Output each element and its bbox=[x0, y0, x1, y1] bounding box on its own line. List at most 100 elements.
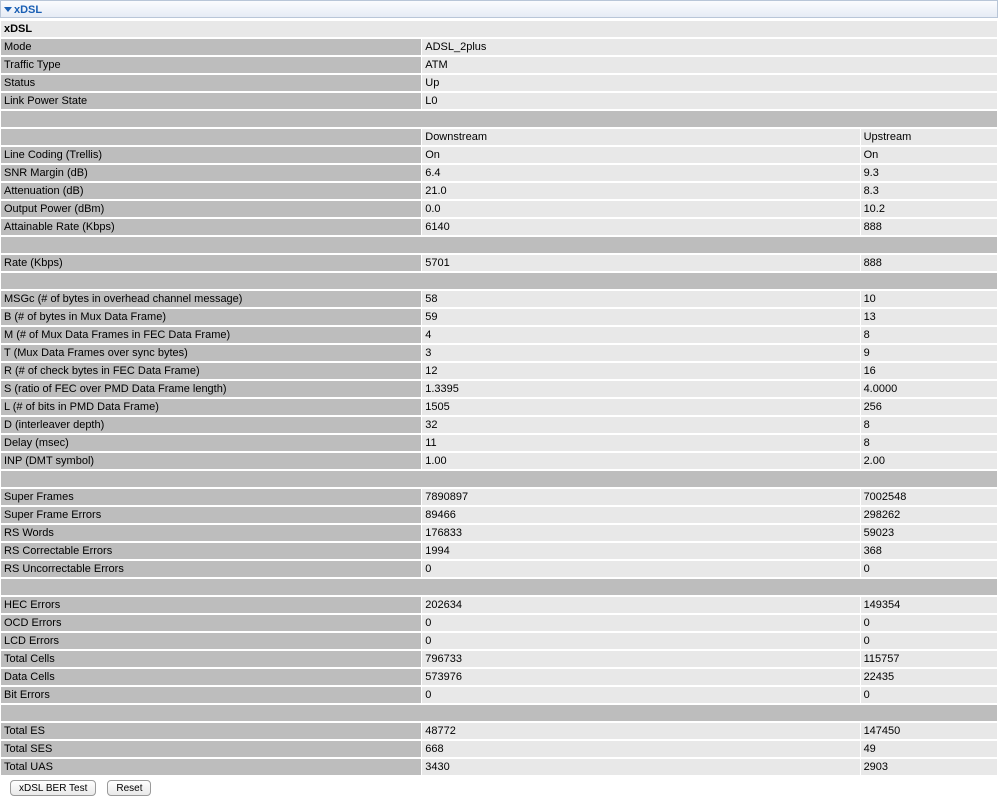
stat-row: Attainable Rate (Kbps) 6140 888 bbox=[1, 219, 997, 235]
downstream-value: 12 bbox=[422, 363, 860, 379]
upstream-value: 4.0000 bbox=[860, 381, 997, 397]
stat-row: RS Words 176833 59023 bbox=[1, 525, 997, 541]
xdsl-ber-test-button[interactable]: xDSL BER Test bbox=[10, 780, 97, 796]
separator bbox=[1, 579, 997, 595]
row-label: SNR Margin (dB) bbox=[1, 165, 422, 181]
stat-row: Total SES 668 49 bbox=[1, 741, 997, 757]
button-row: xDSL BER Test Reset bbox=[0, 777, 998, 796]
upstream-value: 9 bbox=[860, 345, 997, 361]
separator-row bbox=[1, 237, 997, 253]
upstream-value: 888 bbox=[860, 219, 997, 235]
reset-button[interactable]: Reset bbox=[107, 780, 152, 796]
stat-row: D (interleaver depth) 32 8 bbox=[1, 417, 997, 433]
row-label: RS Uncorrectable Errors bbox=[1, 561, 422, 577]
row-value: ADSL_2plus bbox=[422, 39, 997, 55]
stat-row: LCD Errors 0 0 bbox=[1, 633, 997, 649]
upstream-value: 298262 bbox=[860, 507, 997, 523]
downstream-value: 668 bbox=[422, 741, 860, 757]
downstream-value: 202634 bbox=[422, 597, 860, 613]
row-label: B (# of bytes in Mux Data Frame) bbox=[1, 309, 422, 325]
upstream-value: 8.3 bbox=[860, 183, 997, 199]
upstream-value: 2903 bbox=[860, 759, 997, 775]
row-label: RS Correctable Errors bbox=[1, 543, 422, 559]
column-header-row: Downstream Upstream bbox=[1, 129, 997, 145]
upstream-value: 888 bbox=[860, 255, 997, 271]
stat-row: Total UAS 3430 2903 bbox=[1, 759, 997, 775]
stat-row: M (# of Mux Data Frames in FEC Data Fram… bbox=[1, 327, 997, 343]
collapse-triangle-icon[interactable] bbox=[4, 7, 12, 12]
row-label: Total ES bbox=[1, 723, 422, 739]
stat-row: OCD Errors 0 0 bbox=[1, 615, 997, 631]
info-row-link-power-state: Link Power State L0 bbox=[1, 93, 997, 109]
upstream-value: 2.00 bbox=[860, 453, 997, 469]
row-label: Rate (Kbps) bbox=[1, 255, 422, 271]
downstream-value: 1.3395 bbox=[422, 381, 860, 397]
stat-row: Rate (Kbps) 5701 888 bbox=[1, 255, 997, 271]
stat-row: RS Uncorrectable Errors 0 0 bbox=[1, 561, 997, 577]
row-label: Traffic Type bbox=[1, 57, 422, 73]
upstream-value: 147450 bbox=[860, 723, 997, 739]
row-label: L (# of bits in PMD Data Frame) bbox=[1, 399, 422, 415]
row-label: Super Frame Errors bbox=[1, 507, 422, 523]
row-label: Super Frames bbox=[1, 489, 422, 505]
stat-row: Bit Errors 0 0 bbox=[1, 687, 997, 703]
row-label: Link Power State bbox=[1, 93, 422, 109]
downstream-value: On bbox=[422, 147, 860, 163]
stat-row: MSGc (# of bytes in overhead channel mes… bbox=[1, 291, 997, 307]
row-label: Attenuation (dB) bbox=[1, 183, 422, 199]
upstream-value: 9.3 bbox=[860, 165, 997, 181]
stat-row: S (ratio of FEC over PMD Data Frame leng… bbox=[1, 381, 997, 397]
info-row-traffic-type: Traffic Type ATM bbox=[1, 57, 997, 73]
separator-row bbox=[1, 705, 997, 721]
downstream-value: 3 bbox=[422, 345, 860, 361]
upstream-value: 149354 bbox=[860, 597, 997, 613]
stat-row: INP (DMT symbol) 1.00 2.00 bbox=[1, 453, 997, 469]
stat-row: SNR Margin (dB) 6.4 9.3 bbox=[1, 165, 997, 181]
upstream-value: 16 bbox=[860, 363, 997, 379]
row-label: Status bbox=[1, 75, 422, 91]
upstream-value: 59023 bbox=[860, 525, 997, 541]
row-label: MSGc (# of bytes in overhead channel mes… bbox=[1, 291, 422, 307]
downstream-value: 0 bbox=[422, 561, 860, 577]
stat-row: T (Mux Data Frames over sync bytes) 3 9 bbox=[1, 345, 997, 361]
downstream-value: 7890897 bbox=[422, 489, 860, 505]
downstream-value: 0 bbox=[422, 633, 860, 649]
stat-row: Super Frames 7890897 7002548 bbox=[1, 489, 997, 505]
row-label: Line Coding (Trellis) bbox=[1, 147, 422, 163]
panel-header[interactable]: xDSL bbox=[0, 0, 998, 18]
downstream-value: 0.0 bbox=[422, 201, 860, 217]
row-label: LCD Errors bbox=[1, 633, 422, 649]
downstream-value: 1994 bbox=[422, 543, 860, 559]
stat-row: Super Frame Errors 89466 298262 bbox=[1, 507, 997, 523]
upstream-value: 8 bbox=[860, 417, 997, 433]
separator bbox=[1, 705, 997, 721]
downstream-value: 58 bbox=[422, 291, 860, 307]
upstream-value: 22435 bbox=[860, 669, 997, 685]
stat-row: Line Coding (Trellis) On On bbox=[1, 147, 997, 163]
separator-row bbox=[1, 471, 997, 487]
stat-row: RS Correctable Errors 1994 368 bbox=[1, 543, 997, 559]
row-label: S (ratio of FEC over PMD Data Frame leng… bbox=[1, 381, 422, 397]
row-label: HEC Errors bbox=[1, 597, 422, 613]
row-label: Attainable Rate (Kbps) bbox=[1, 219, 422, 235]
stat-row: Output Power (dBm) 0.0 10.2 bbox=[1, 201, 997, 217]
row-value: ATM bbox=[422, 57, 997, 73]
info-row-mode: Mode ADSL_2plus bbox=[1, 39, 997, 55]
row-label: Data Cells bbox=[1, 669, 422, 685]
upstream-value: 8 bbox=[860, 435, 997, 451]
row-label: D (interleaver depth) bbox=[1, 417, 422, 433]
row-label: Total Cells bbox=[1, 651, 422, 667]
stat-row: HEC Errors 202634 149354 bbox=[1, 597, 997, 613]
upstream-value: 49 bbox=[860, 741, 997, 757]
separator bbox=[1, 111, 997, 127]
downstream-value: 5701 bbox=[422, 255, 860, 271]
row-label: Total SES bbox=[1, 741, 422, 757]
downstream-value: 3430 bbox=[422, 759, 860, 775]
separator-row bbox=[1, 579, 997, 595]
upstream-value: 13 bbox=[860, 309, 997, 325]
row-label: T (Mux Data Frames over sync bytes) bbox=[1, 345, 422, 361]
downstream-value: 0 bbox=[422, 615, 860, 631]
stat-row: Data Cells 573976 22435 bbox=[1, 669, 997, 685]
downstream-value: 4 bbox=[422, 327, 860, 343]
stat-row: Attenuation (dB) 21.0 8.3 bbox=[1, 183, 997, 199]
